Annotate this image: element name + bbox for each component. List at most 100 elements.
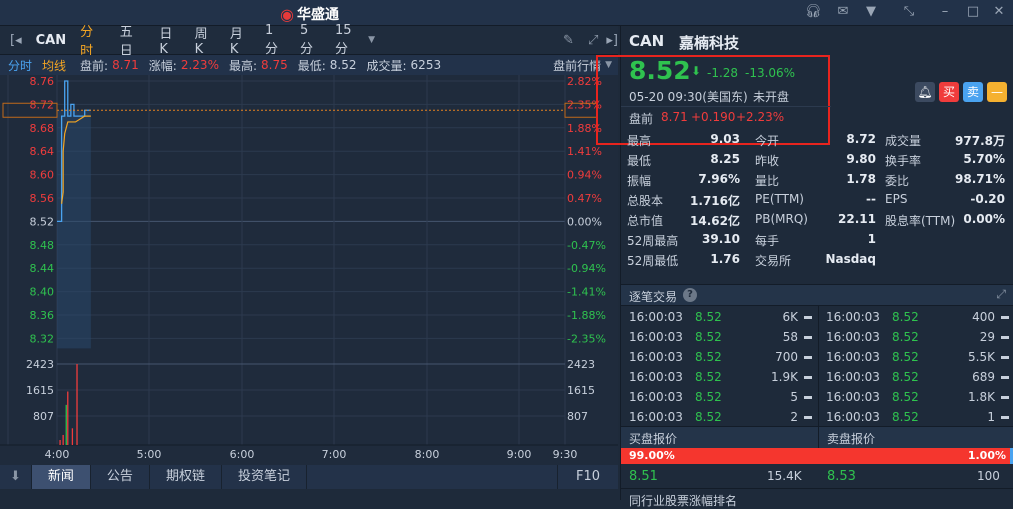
tab-intraday[interactable]: 分时	[80, 21, 106, 59]
tick-row: 16:00:03 8.52 5.5K	[818, 347, 1013, 367]
ask-title: 卖盘报价	[827, 432, 876, 446]
stat-value: 977.8万	[955, 134, 1005, 148]
tab-announcements[interactable]: 公告	[91, 465, 150, 489]
alert-bell-button[interactable]: 🔔︎	[915, 82, 935, 102]
tick-direction-icon	[1001, 376, 1009, 379]
market-time: 05-20 09:30(美国东)	[629, 90, 748, 104]
industry-ranking-title: 同行业股票涨幅排名	[629, 494, 738, 508]
pencil-icon[interactable]: ✎	[563, 33, 574, 48]
tick-volume: 29	[979, 330, 995, 344]
minimize-button[interactable]: –	[936, 4, 954, 22]
price-tick-label: 8.44	[30, 262, 55, 275]
tick-row: 16:00:03 8.52 400	[818, 307, 1013, 327]
collapse-right-icon[interactable]: ▸]	[606, 33, 618, 48]
bid-title: 买盘报价	[629, 432, 678, 446]
tab-monthly[interactable]: 月K	[230, 23, 251, 57]
pct-tick-label: 1.41%	[567, 145, 602, 158]
tick-direction-icon	[1001, 356, 1009, 359]
stat-label: PB(MRQ)	[755, 212, 808, 226]
tick-price: 8.52	[892, 410, 919, 424]
pct-tick-label: -1.88%	[567, 309, 606, 322]
maximize-button[interactable]: □	[964, 4, 982, 22]
chart-info-bar: 分时 均线 盘前: 8.71 涨幅: 2.23% 最高: 8.75 最低: 8.52 成…	[0, 55, 618, 75]
tab-5day[interactable]: 五日	[120, 21, 146, 59]
app-title: 华盛通	[296, 7, 339, 23]
chart-bg	[0, 75, 618, 465]
tab-daily[interactable]: 日K	[159, 23, 180, 57]
fullscreen-icon[interactable]: ⤢	[588, 33, 598, 48]
tick-time: 16:00:03	[826, 390, 880, 404]
more-button[interactable]: —	[987, 82, 1007, 102]
tick-volume: 58	[782, 330, 798, 344]
expand-icon[interactable]: ⤢	[996, 287, 1006, 302]
stat-label: 52周最高	[627, 234, 679, 248]
pct-tick-label: -0.94%	[567, 262, 606, 275]
premarket-value: 8.71	[112, 58, 139, 72]
buy-button[interactable]: 买	[939, 82, 959, 102]
title-bar: ◉ 华盛通 🎧︎ ✉ ▼ ⤡ – □ ✕	[0, 0, 1013, 26]
close-button[interactable]: ✕	[990, 4, 1008, 22]
tab-weekly[interactable]: 周K	[195, 23, 216, 57]
tab-1min[interactable]: 1分	[265, 23, 286, 57]
stat-value: 0.00%	[963, 212, 1005, 226]
market-mode-select[interactable]: 盘前行情	[553, 57, 601, 74]
stat-value: 5.70%	[963, 152, 1005, 166]
tab-option-chain[interactable]: 期权链	[150, 465, 222, 489]
stat-value: --	[866, 192, 876, 206]
tick-price: 8.52	[695, 350, 722, 364]
tick-time: 16:00:03	[629, 310, 683, 324]
tab-5min[interactable]: 5分	[300, 23, 321, 57]
stat-label: EPS	[885, 192, 908, 206]
price-tick-label: 8.56	[30, 192, 55, 205]
quote-symbol: CAN	[629, 32, 665, 50]
change-label: 涨幅:	[148, 58, 177, 73]
stat-value: 14.62亿	[690, 214, 740, 228]
intraday-chart[interactable]: 8.76 2.82%8.72 2.35%8.68 1.88%8.64 1.41%8.60…	[0, 75, 618, 465]
pct-tick-label: -2.35%	[567, 332, 606, 345]
price-tick-label: 8.40	[30, 286, 55, 299]
tab-news[interactable]: 新闻	[31, 465, 91, 489]
tick-time: 16:00:03	[826, 330, 880, 344]
shrink-icon[interactable]: ⤡	[900, 4, 918, 22]
tick-volume: 1	[987, 410, 995, 424]
stat-value: 9.03	[710, 132, 740, 146]
quote-panel: CAN 嘉楠科技 8.52 ⬇ -1.28 -13.06% 05-20 09:3…	[596, 26, 1013, 508]
tick-volume: 6K	[782, 310, 798, 324]
collapse-left-icon[interactable]: [◂	[10, 33, 22, 48]
time-tick-label: 5:00	[137, 448, 162, 461]
sell-button[interactable]: 卖	[963, 82, 983, 102]
bid-pct: 99.00%	[629, 449, 675, 462]
app-logo: ◉ 华盛通	[280, 4, 339, 24]
intraday-toggle[interactable]: 分时	[8, 57, 32, 74]
tick-volume: 1.8K	[968, 390, 995, 404]
mail-icon[interactable]: ✉	[834, 4, 852, 22]
pct-tick-label: -1.41%	[567, 286, 606, 299]
quote-name: 嘉楠科技	[679, 34, 740, 52]
stat-value: 9.80	[846, 152, 876, 166]
premarket-label: 盘前:	[80, 58, 109, 73]
time-tick-label: 9:00	[507, 448, 532, 461]
pct-tick-label: 0.47%	[567, 192, 602, 205]
download-icon[interactable]: ⬇	[0, 465, 32, 489]
tab-f10[interactable]: F10	[556, 465, 618, 489]
tick-time: 16:00:03	[629, 330, 683, 344]
tick-price: 8.52	[695, 370, 722, 384]
tick-title: 逐笔交易	[629, 290, 678, 304]
volume-label: 成交量:	[366, 58, 407, 73]
chevron-down-icon[interactable]: ▼	[368, 35, 375, 45]
volume-tick-label-right: 807	[567, 410, 588, 423]
help-icon[interactable]: ?	[683, 288, 697, 302]
logo-icon: ◉	[280, 4, 294, 24]
tick-price: 8.52	[892, 390, 919, 404]
chart-toolbar: [◂ CAN 分时 五日 日K 周K 月K 1分 5分 15分 ▼ ✎ ⤢ ▸]	[0, 23, 618, 59]
tab-notes[interactable]: 投资笔记	[222, 465, 307, 489]
tick-direction-icon	[1001, 316, 1009, 319]
tick-row: 16:00:03 8.52 1.8K	[818, 387, 1013, 407]
headset-icon[interactable]: 🎧︎	[804, 4, 822, 22]
stat-label: 总股本	[627, 194, 664, 208]
average-line-toggle[interactable]: 均线	[42, 57, 66, 74]
shirt-icon[interactable]: ▼	[862, 4, 880, 22]
low-value: 8.52	[329, 58, 357, 72]
tab-15min[interactable]: 15分	[335, 23, 364, 57]
stat-label: 昨收	[755, 154, 780, 168]
